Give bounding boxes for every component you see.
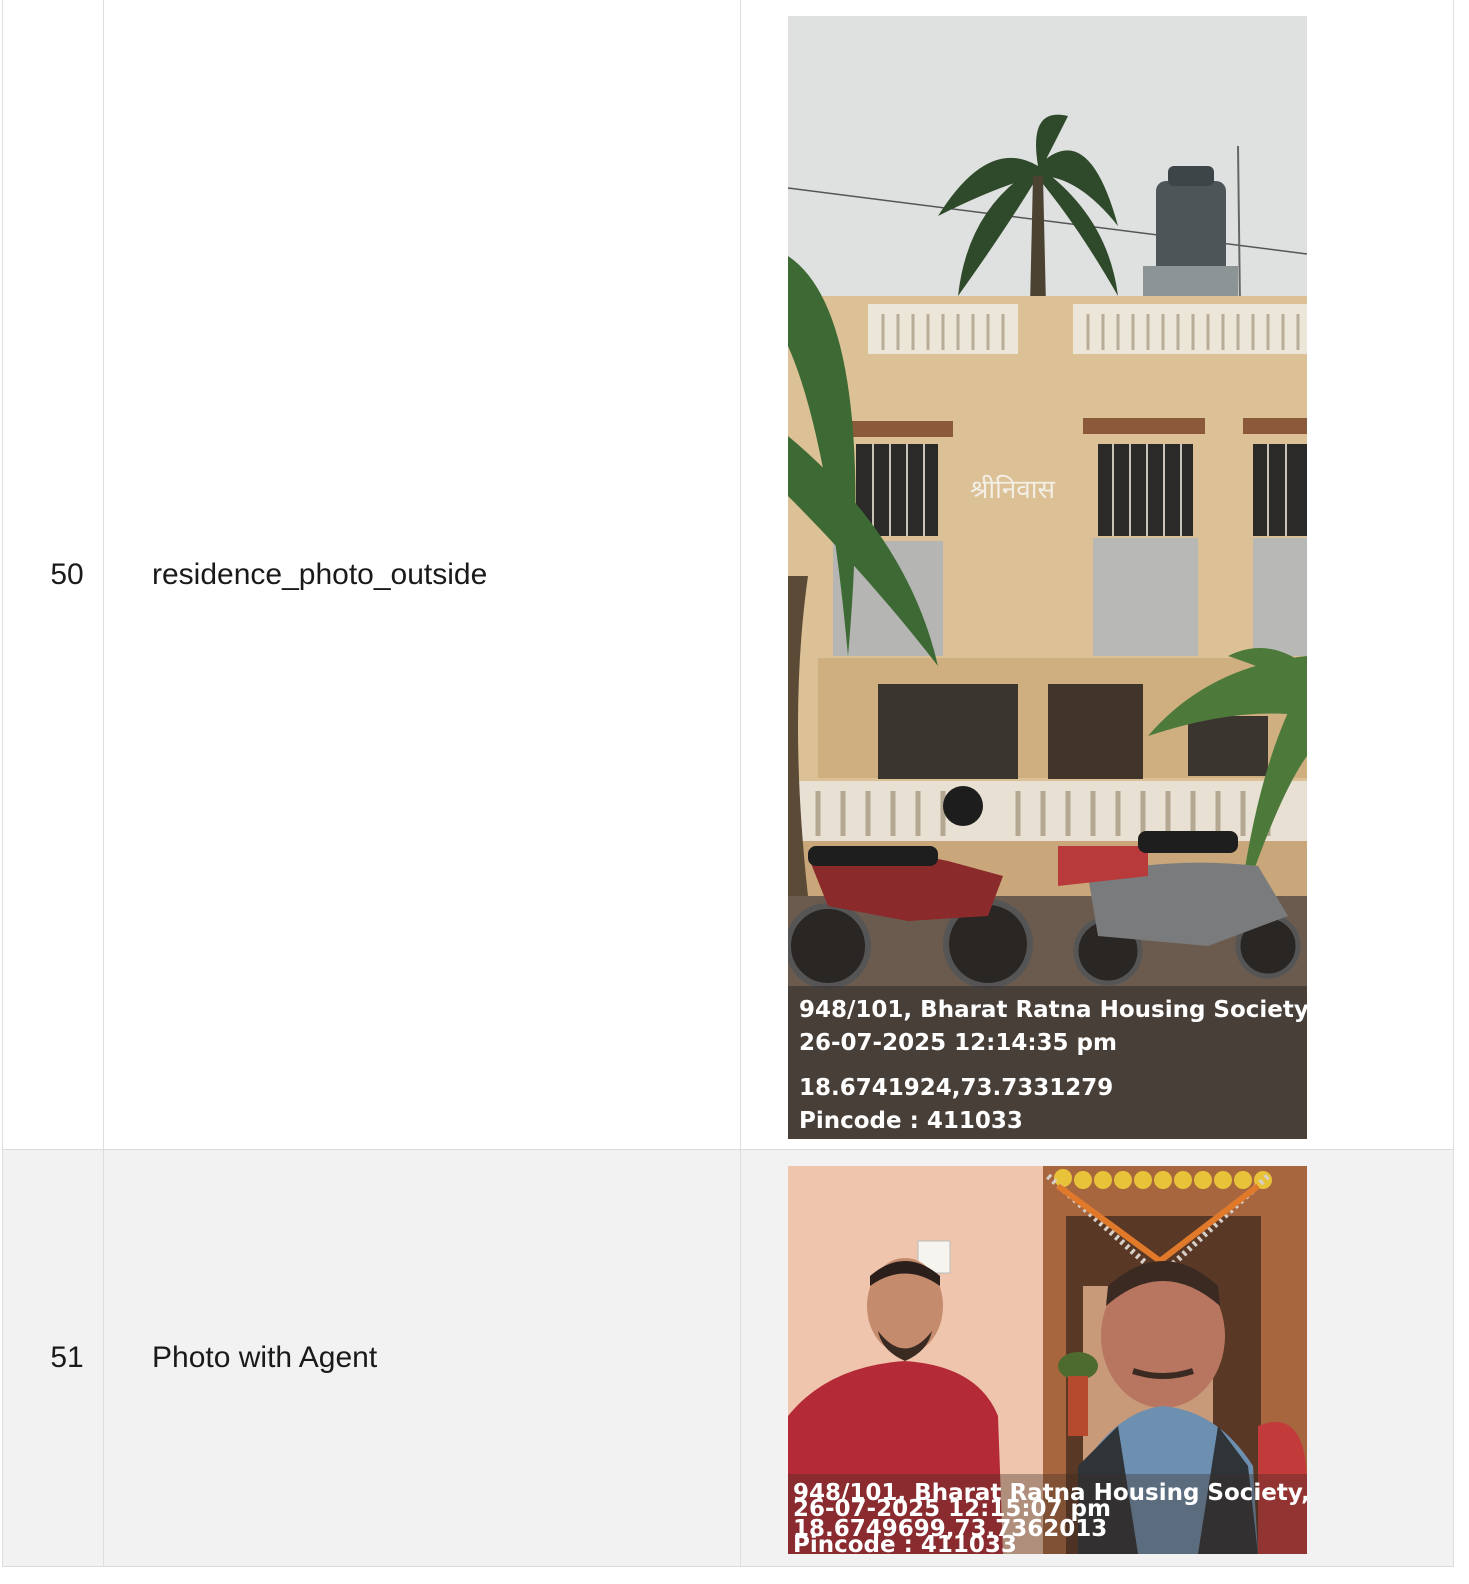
image-cell: 948/101, Bharat Ratna Housing Society, V… (741, 1150, 1453, 1566)
building-sign: श्रीनिवास (970, 474, 1055, 505)
photo-with-agent[interactable]: 948/101, Bharat Ratna Housing Society, V… (788, 1166, 1307, 1554)
image-cell: श्रीनिवास 948/101, Bharat Ratna Housing … (741, 0, 1453, 1149)
agent-photo-graphic: 948/101, Bharat Ratna Housing Society, V… (788, 1166, 1307, 1554)
row-number: 51 (3, 1150, 104, 1566)
photo-pincode: Pincode : 411033 (799, 1108, 1023, 1134)
photo-pincode: Pincode : 411033 (793, 1532, 1017, 1554)
row-label: Photo with Agent (104, 1150, 741, 1566)
row-label: residence_photo_outside (104, 0, 741, 1149)
photo-address: 948/101, Bharat Ratna Housing Society, V… (799, 997, 1307, 1023)
residence-photo-graphic: श्रीनिवास 948/101, Bharat Ratna Housing … (788, 16, 1307, 1139)
row-number: 50 (3, 0, 104, 1149)
table-row: 50 residence_photo_outside श्रीनिवास 948… (3, 0, 1453, 1150)
residence-photo-outside[interactable]: श्रीनिवास 948/101, Bharat Ratna Housing … (788, 16, 1307, 1139)
data-table: 50 residence_photo_outside श्रीनिवास 948… (2, 0, 1454, 1567)
table-row: 51 Photo with Agent 948/101, Bharat Ratn… (3, 1150, 1453, 1567)
photo-coordinates: 18.6741924,73.7331279 (799, 1075, 1113, 1101)
photo-datetime: 26-07-2025 12:14:35 pm (799, 1030, 1117, 1056)
